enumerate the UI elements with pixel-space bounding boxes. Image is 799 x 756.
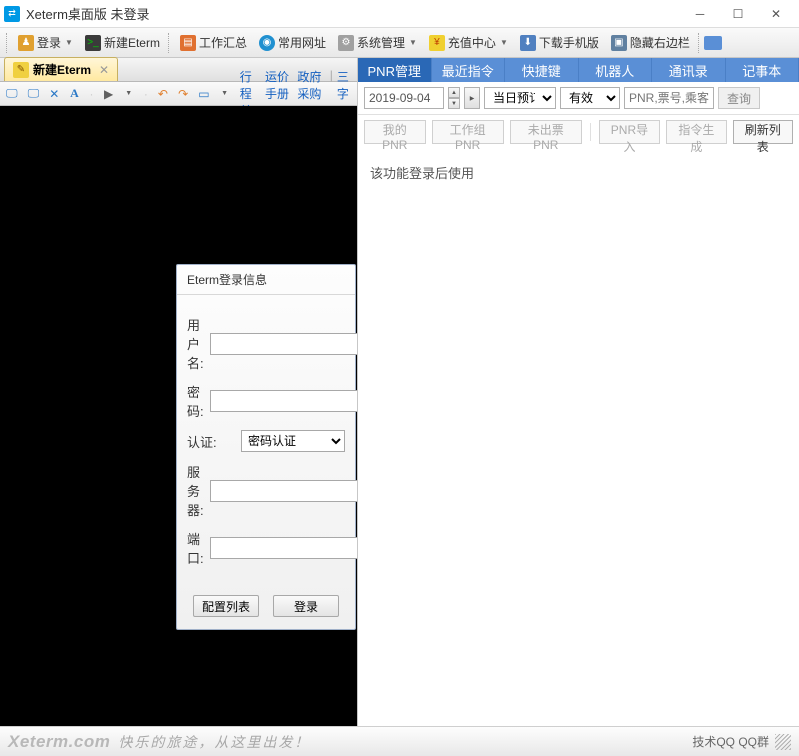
tab-contacts[interactable]: 通讯录 (652, 58, 726, 82)
query-button[interactable]: 查询 (718, 87, 760, 109)
statusbar: Xeterm.com 快乐的旅途，从这里出发！ 技术QQ QQ群 (0, 726, 799, 756)
document-tab-label: 新建Eterm (33, 61, 91, 78)
play-icon[interactable]: ▶ (104, 86, 114, 102)
recharge-menu[interactable]: ¥ 充值中心 ▼ (423, 32, 514, 53)
font-icon[interactable]: A (69, 86, 79, 102)
slogan-text: 快乐的旅途，从这里出发！ (118, 732, 310, 752)
close-button[interactable]: ✕ (757, 1, 795, 27)
pnr-search-input[interactable] (624, 87, 714, 109)
redo-icon[interactable]: ↷ (178, 86, 188, 102)
chevron-down-icon[interactable]: ▼ (220, 86, 230, 102)
undo-icon[interactable]: ↶ (158, 86, 168, 102)
server-label: 服务器: (187, 462, 204, 519)
terminal-icon: >_ (85, 35, 101, 51)
globe-icon: ◉ (259, 35, 275, 51)
resize-grip-icon[interactable] (775, 734, 791, 750)
date-next-button[interactable]: ▶ (464, 87, 480, 109)
refresh-list-button[interactable]: 刷新列表 (733, 120, 793, 144)
group-pnr-button[interactable]: 工作组PNR (432, 120, 504, 144)
tab-notes[interactable]: 记事本 (726, 58, 799, 82)
main-toolbar: ♟ 登录 ▼ >_ 新建Eterm ▤ 工作汇总 ◉ 常用网址 ⚙ 系统管理 ▼… (0, 28, 799, 58)
chevron-down-icon[interactable]: ▼ (124, 86, 134, 102)
maximize-button[interactable]: ☐ (719, 1, 757, 27)
report-icon: ▤ (180, 35, 196, 51)
date-up-button[interactable]: ▲ (448, 87, 460, 98)
unticketed-pnr-button[interactable]: 未出票PNR (510, 120, 582, 144)
quick-icon[interactable] (704, 36, 722, 50)
panel-icon: ▣ (611, 35, 627, 51)
tab-shortcuts[interactable]: 快捷键 (505, 58, 579, 82)
right-pane: PNR管理 最近指令 快捷键 机器人 通讯录 记事本 ▲ ▼ ▶ 当日预订 有效… (358, 58, 799, 726)
date-input[interactable] (364, 87, 444, 109)
download-icon: ⬇ (520, 35, 536, 51)
terminal-toolbar: 🖵 🖵 ✕ A · ▶ ▼ · ↶ ↷ ▭ ▼ 行程单 运价手册 政府采购 | … (0, 82, 357, 106)
username-label: 用户名: (187, 315, 204, 372)
hide-sidebar-button[interactable]: ▣ 隐藏右边栏 (605, 32, 696, 53)
port-label: 端口: (187, 529, 204, 567)
titlebar: ⇄ Xeterm桌面版 未登录 ─ ☐ ✕ (0, 0, 799, 28)
pnr-button-row: 我的PNR 工作组PNR 未出票PNR PNR导入 指令生成 刷新列表 (358, 115, 799, 149)
monitor-icon[interactable]: 🖵 (6, 86, 18, 102)
login-button[interactable]: 登录 (273, 595, 339, 617)
tools-icon[interactable]: ✕ (49, 86, 59, 102)
status-right: 技术QQ QQ群 (692, 733, 769, 750)
window-title: Xeterm桌面版 未登录 (26, 4, 681, 23)
common-sites-button[interactable]: ◉ 常用网址 (253, 32, 332, 53)
chevron-down-icon: ▼ (409, 38, 417, 47)
login-dialog-title: Eterm登录信息 (177, 265, 355, 295)
chevron-down-icon: ▼ (500, 38, 508, 47)
tab-close-icon[interactable]: ✕ (99, 63, 109, 77)
download-mobile-button[interactable]: ⬇ 下载手机版 (514, 32, 605, 53)
gear-icon: ⚙ (338, 35, 354, 51)
login-dialog: Eterm登录信息 用户名: 密码: 认证: 密码认证 (176, 264, 356, 630)
new-eterm-button[interactable]: >_ 新建Eterm (79, 32, 166, 53)
tab-recent-cmd[interactable]: 最近指令 (432, 58, 506, 82)
booking-select[interactable]: 当日预订 (484, 87, 556, 109)
coin-icon: ¥ (429, 35, 445, 51)
minimize-button[interactable]: ─ (681, 1, 719, 27)
auth-select[interactable]: 密码认证 (241, 430, 345, 452)
system-mgmt-menu[interactable]: ⚙ 系统管理 ▼ (332, 32, 423, 53)
server-input[interactable] (210, 480, 357, 502)
terminal-area[interactable]: Eterm登录信息 用户名: 密码: 认证: 密码认证 (0, 106, 357, 726)
username-input[interactable] (210, 333, 357, 355)
chevron-down-icon: ▼ (65, 38, 73, 47)
doc-icon: ✎ (13, 62, 29, 78)
tab-robot[interactable]: 机器人 (579, 58, 653, 82)
auth-label: 认证: (187, 432, 235, 451)
left-pane: ✎ 新建Eterm ✕ 🖵 🖵 ✕ A · ▶ ▼ · ↶ ↷ ▭ ▼ 行程单 … (0, 58, 358, 726)
user-icon: ♟ (18, 35, 34, 51)
work-summary-button[interactable]: ▤ 工作汇总 (174, 32, 253, 53)
app-icon: ⇄ (4, 6, 20, 22)
tab-pnr-mgmt[interactable]: PNR管理 (358, 58, 432, 82)
config-list-button[interactable]: 配置列表 (193, 595, 259, 617)
password-label: 密码: (187, 382, 204, 420)
gen-cmd-button[interactable]: 指令生成 (666, 120, 726, 144)
window-icon[interactable]: ▭ (198, 86, 209, 102)
document-tab[interactable]: ✎ 新建Eterm ✕ (4, 57, 118, 81)
brand-text: Xeterm.com (8, 732, 110, 752)
port-input[interactable] (210, 537, 357, 559)
password-input[interactable] (210, 390, 357, 412)
filter-row: ▲ ▼ ▶ 当日预订 有效 查询 (358, 82, 799, 115)
login-menu[interactable]: ♟ 登录 ▼ (12, 32, 79, 53)
date-down-button[interactable]: ▼ (448, 98, 460, 109)
pnr-import-button[interactable]: PNR导入 (599, 120, 661, 144)
valid-select[interactable]: 有效 (560, 87, 620, 109)
my-pnr-button[interactable]: 我的PNR (364, 120, 426, 144)
side-tabs: PNR管理 最近指令 快捷键 机器人 通讯录 记事本 (358, 58, 799, 82)
monitors-icon[interactable]: 🖵 (28, 86, 40, 102)
login-required-msg: 该功能登录后使用 (358, 149, 799, 196)
